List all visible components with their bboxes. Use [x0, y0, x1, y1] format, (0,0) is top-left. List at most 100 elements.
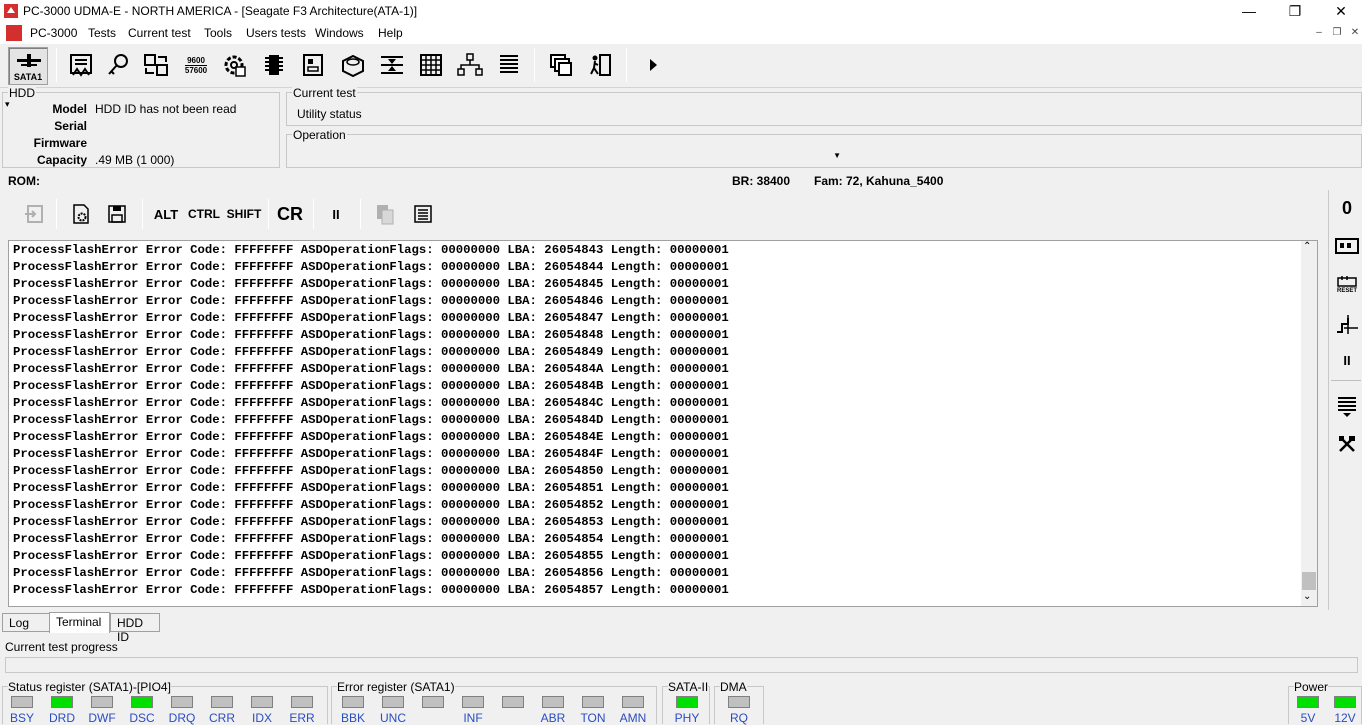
scroll-up-icon[interactable]: ⌃: [1303, 241, 1311, 252]
register-bit-label: DRQ: [168, 711, 196, 725]
save-icon: [108, 205, 126, 223]
alt-key-button[interactable]: ALT: [152, 199, 180, 229]
menu-pc3000[interactable]: PC-3000: [30, 26, 77, 40]
exit-icon: [590, 54, 611, 76]
menu-help[interactable]: Help: [378, 26, 403, 40]
current-test-value: Utility status: [297, 107, 362, 121]
register-led: [51, 696, 73, 708]
capacity-label: Capacity: [36, 153, 87, 167]
tools-button[interactable]: [1333, 430, 1361, 458]
terminal-line: ProcessFlashError Error Code: FFFFFFFF A…: [13, 515, 729, 529]
register-led: [91, 696, 113, 708]
terminal-line: ProcessFlashError Error Code: FFFFFFFF A…: [13, 345, 729, 359]
register-led: [1334, 696, 1356, 708]
tab-log[interactable]: Log: [2, 613, 50, 632]
terminal-scrollbar[interactable]: ⌃ ⌄: [1301, 241, 1317, 606]
error-register-title: Error register (SATA1): [337, 680, 455, 694]
terminal-line: ProcessFlashError Error Code: FFFFFFFF A…: [13, 447, 729, 461]
status-register-title: Status register (SATA1)-[PIO4]: [8, 680, 171, 694]
restore-button[interactable]: ❐: [1272, 0, 1318, 22]
board-button[interactable]: [1333, 232, 1361, 260]
sata-port-icon: [17, 54, 41, 67]
module-icon: [303, 54, 323, 76]
settings-button[interactable]: [218, 49, 250, 81]
register-bit-label: PHY: [674, 711, 700, 725]
menu-tests[interactable]: Tests: [88, 26, 116, 40]
file-settings-icon: [73, 204, 89, 224]
pc3000-menu-icon[interactable]: [6, 25, 22, 41]
register-led: [251, 696, 273, 708]
menu-tools[interactable]: Tools: [204, 26, 232, 40]
reset-button[interactable]: RESET: [1333, 270, 1361, 298]
heads-icon: [381, 56, 403, 74]
scrollbar-thumb[interactable]: [1302, 572, 1316, 590]
heads-button[interactable]: [376, 49, 408, 81]
shift-key-button[interactable]: SHIFT: [225, 199, 263, 229]
windows-icon: [550, 54, 572, 76]
pause-button[interactable]: II: [322, 199, 350, 229]
register-bit-label: RQ: [730, 711, 748, 725]
baud-top-label: 9600: [187, 55, 205, 65]
reset-icon: [1337, 276, 1357, 287]
right-pause-button[interactable]: II: [1333, 346, 1361, 374]
close-button[interactable]: ✕: [1318, 0, 1362, 22]
register-led: [291, 696, 313, 708]
exit-button[interactable]: [584, 49, 616, 81]
terminal-line: ProcessFlashError Error Code: FFFFFFFF A…: [13, 260, 729, 274]
copy-button[interactable]: [370, 199, 400, 229]
log-list-button[interactable]: [1333, 392, 1361, 420]
mdi-minimize-button[interactable]: –: [1310, 26, 1328, 40]
open-file-button[interactable]: [66, 199, 96, 229]
register-bit-label: DWF: [88, 711, 116, 725]
disk-button[interactable]: [337, 49, 369, 81]
list-button[interactable]: [493, 49, 525, 81]
module-button[interactable]: [297, 49, 329, 81]
power-panel: Power 5V 12V: [1288, 680, 1362, 725]
register-bit-label: INF: [463, 711, 483, 725]
operation-select[interactable]: ▼: [293, 145, 843, 165]
hdd-tester-button[interactable]: [65, 49, 97, 81]
key-search-icon: [108, 54, 128, 75]
run-button[interactable]: [636, 49, 668, 81]
tools-icon: [1339, 436, 1355, 452]
current-test-panel: Current test Utility status: [286, 86, 1362, 126]
terminal-settings-button[interactable]: [408, 199, 438, 229]
sata1-port-button[interactable]: SATA1: [8, 47, 48, 85]
search-button[interactable]: [102, 49, 134, 81]
terminal-line: ProcessFlashError Error Code: FFFFFFFF A…: [13, 566, 729, 580]
transfer-button[interactable]: [140, 49, 172, 81]
list-icon: [500, 55, 518, 73]
table-button[interactable]: [415, 49, 447, 81]
windows-button[interactable]: [545, 49, 577, 81]
mdi-close-button[interactable]: ✕: [1346, 26, 1362, 40]
tab-hdd-id[interactable]: HDD ID: [110, 613, 160, 644]
import-button[interactable]: [20, 199, 50, 229]
list-down-icon: [1338, 397, 1356, 417]
menu-current-test[interactable]: Current test: [128, 26, 191, 40]
signal-button[interactable]: [1333, 310, 1361, 338]
register-bit-label: AMN: [619, 711, 647, 725]
menu-windows[interactable]: Windows: [315, 26, 364, 40]
register-led: [728, 696, 750, 708]
terminal-line: ProcessFlashError Error Code: FFFFFFFF A…: [13, 583, 729, 597]
mdi-restore-button[interactable]: ❐: [1328, 26, 1346, 40]
minimize-button[interactable]: —: [1226, 0, 1272, 22]
menu-users-tests[interactable]: Users tests: [246, 26, 306, 40]
register-led: [542, 696, 564, 708]
baud-rate-button[interactable]: 9600 57600: [180, 49, 212, 81]
power-icon: 0: [1341, 197, 1352, 218]
cr-button[interactable]: CR: [275, 199, 305, 229]
terminal-output[interactable]: ProcessFlashError Error Code: FFFFFFFF A…: [8, 240, 1318, 607]
register-bit-label: UNC: [380, 711, 406, 725]
register-bit-label: 5V: [1300, 711, 1316, 725]
tab-terminal[interactable]: Terminal: [49, 612, 110, 633]
power-toggle-button[interactable]: 0: [1333, 194, 1361, 222]
network-button[interactable]: [454, 49, 486, 81]
terminal-line: ProcessFlashError Error Code: FFFFFFFF A…: [13, 328, 729, 342]
scroll-down-icon[interactable]: ⌄: [1303, 591, 1311, 602]
register-led: [502, 696, 524, 708]
ctrl-key-button[interactable]: CTRL: [187, 199, 221, 229]
app-icon: [4, 4, 18, 18]
save-button[interactable]: [102, 199, 132, 229]
chip-button[interactable]: [258, 49, 290, 81]
